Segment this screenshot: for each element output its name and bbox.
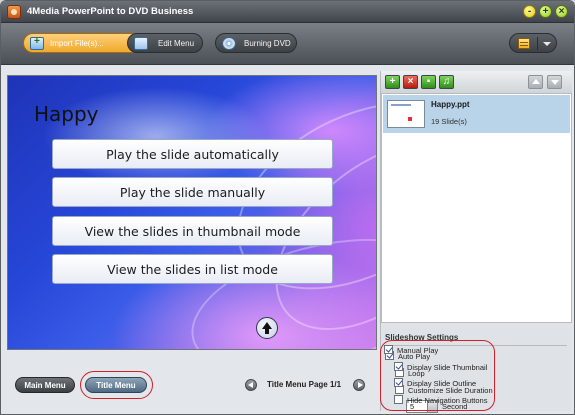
play-manually-button[interactable]: Play the slide manually bbox=[52, 177, 333, 207]
move-icon[interactable]: ▪ bbox=[421, 75, 436, 89]
edit-menu-label: Edit Menu bbox=[158, 39, 195, 48]
main-toolbar: Import File(s)... Edit Menu Burning DVD bbox=[1, 23, 574, 65]
menu-bottom-bar: Main Menu Title Menu Title Menu Page 1/1 bbox=[7, 355, 377, 411]
display-thumbnail-label: Display Slide Thumbnail bbox=[407, 363, 488, 372]
triangle-down-icon bbox=[551, 80, 559, 85]
music-icon[interactable]: ♫ bbox=[439, 75, 454, 89]
manual-play-checkbox[interactable] bbox=[384, 345, 393, 354]
display-thumbnail-checkbox[interactable] bbox=[394, 362, 403, 371]
up-arrow-icon[interactable] bbox=[256, 317, 278, 339]
display-outline-label: Display Slide Outline bbox=[407, 379, 477, 388]
edit-menu-icon bbox=[134, 37, 148, 50]
hide-navigation-label: Hide Navigation Buttons bbox=[407, 396, 488, 405]
options-menu-button[interactable] bbox=[509, 33, 557, 53]
chevron-down-icon bbox=[543, 42, 551, 46]
triangle-up-icon bbox=[532, 79, 540, 84]
import-files-label: Import File(s)... bbox=[50, 39, 104, 48]
move-up-icon[interactable] bbox=[528, 75, 543, 89]
menu-separator bbox=[537, 37, 538, 50]
menu-preview: Happy Play the slide automatically Play … bbox=[7, 75, 377, 350]
file-toolbar: + × ▪ ♫ bbox=[381, 71, 572, 93]
list-item[interactable]: Happy.ppt 19 Slide(s) bbox=[383, 95, 570, 133]
close-icon[interactable]: × bbox=[555, 5, 568, 18]
minimize-icon[interactable]: - bbox=[523, 5, 536, 18]
edit-menu-button[interactable]: Edit Menu bbox=[127, 33, 203, 53]
slide-thumbnail bbox=[387, 100, 425, 128]
previous-page-icon[interactable] bbox=[245, 379, 257, 391]
display-outline-checkbox[interactable] bbox=[394, 378, 403, 387]
import-files-button[interactable]: Import File(s)... bbox=[23, 33, 141, 53]
list-icon bbox=[518, 38, 530, 49]
slide-count: 19 Slide(s) bbox=[431, 117, 467, 126]
window-title: 4Media PowerPoint to DVD Business bbox=[27, 6, 194, 17]
burning-dvd-button[interactable]: Burning DVD bbox=[215, 33, 297, 53]
import-file-icon bbox=[30, 36, 44, 50]
file-name: Happy.ppt bbox=[431, 100, 470, 109]
thumbnail-mode-button[interactable]: View the slides in thumbnail mode bbox=[52, 216, 333, 246]
burning-dvd-label: Burning DVD bbox=[244, 39, 291, 48]
menu-title[interactable]: Happy bbox=[34, 102, 99, 126]
add-icon[interactable]: + bbox=[385, 75, 400, 89]
title-menu-button[interactable]: Title Menu bbox=[85, 377, 147, 393]
disc-icon bbox=[222, 37, 236, 50]
maximize-icon[interactable]: + bbox=[539, 5, 552, 18]
delete-icon[interactable]: × bbox=[403, 75, 418, 89]
page-indicator: Title Menu Page 1/1 bbox=[267, 380, 342, 389]
list-mode-button[interactable]: View the slides in list mode bbox=[52, 254, 333, 284]
move-down-icon[interactable] bbox=[547, 75, 562, 89]
main-menu-button[interactable]: Main Menu bbox=[15, 377, 75, 393]
next-page-icon[interactable] bbox=[353, 379, 365, 391]
title-bar: 4Media PowerPoint to DVD Business - + × bbox=[1, 1, 574, 23]
play-automatically-button[interactable]: Play the slide automatically bbox=[52, 139, 333, 169]
file-list: Happy.ppt 19 Slide(s) bbox=[381, 93, 572, 323]
manual-play-label: Manual Play bbox=[397, 346, 439, 355]
hide-navigation-checkbox[interactable] bbox=[394, 395, 403, 404]
app-logo-icon bbox=[7, 5, 21, 19]
app-window: 4Media PowerPoint to DVD Business - + × … bbox=[0, 0, 575, 415]
